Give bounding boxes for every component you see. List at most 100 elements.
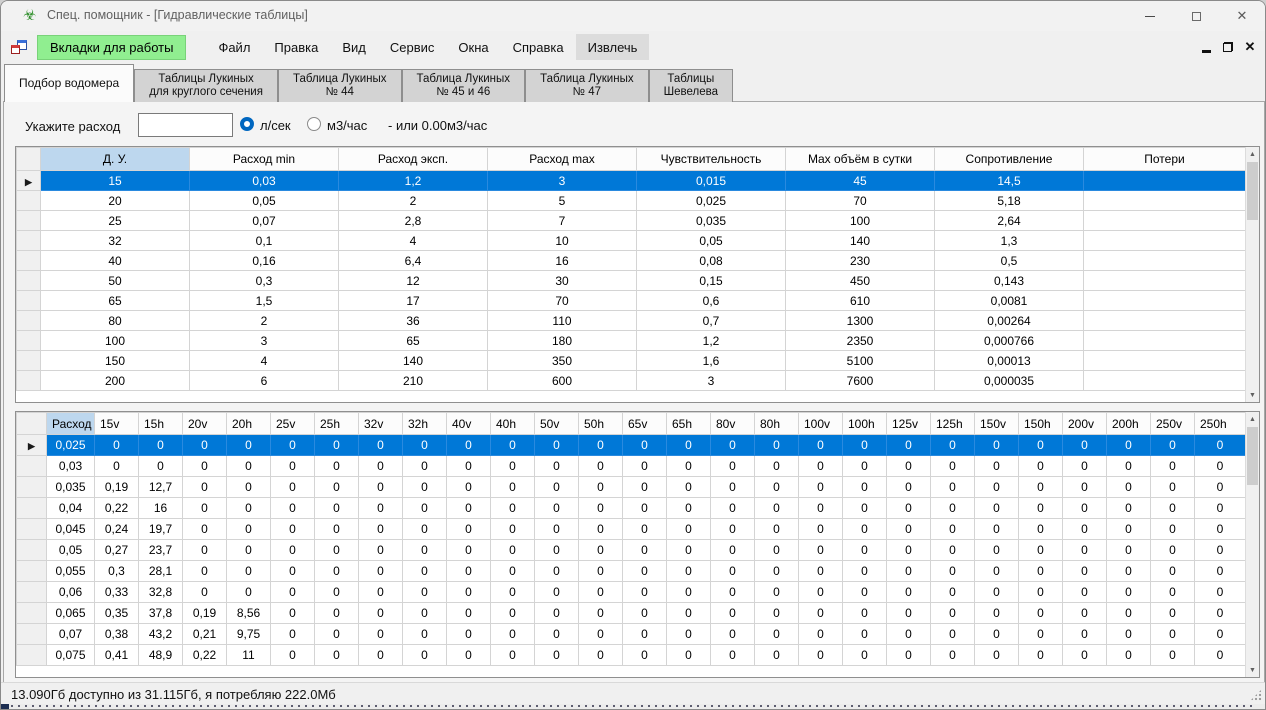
grid-cell[interactable]: 0 xyxy=(667,540,711,561)
row-header[interactable] xyxy=(17,582,47,603)
column-header[interactable]: 50v xyxy=(535,413,579,435)
grid-cell[interactable]: 0 xyxy=(1195,540,1246,561)
grid-cell[interactable]: 0 xyxy=(755,582,799,603)
grid-cell[interactable] xyxy=(1084,271,1246,291)
menu-item-4[interactable]: Окна xyxy=(446,34,500,60)
row-header[interactable] xyxy=(17,211,41,231)
grid-cell[interactable]: 0 xyxy=(711,435,755,456)
grid-cell[interactable]: 0,04 xyxy=(47,498,95,519)
grid-cell[interactable]: 0 xyxy=(491,435,535,456)
grid-cell[interactable]: 16 xyxy=(139,498,183,519)
grid-cell[interactable]: 11 xyxy=(227,645,271,666)
grid-cell[interactable]: 0 xyxy=(931,540,975,561)
grid-cell[interactable]: 0 xyxy=(227,519,271,540)
tab-1[interactable]: Таблицы Лукиныхдля круглого сечения xyxy=(134,69,278,102)
grid-cell[interactable]: 0 xyxy=(799,645,843,666)
grid-cell[interactable]: 0 xyxy=(315,435,359,456)
grid-cell[interactable]: 0 xyxy=(183,498,227,519)
grid-cell[interactable]: 0 xyxy=(711,561,755,582)
grid-cell[interactable]: 0 xyxy=(799,540,843,561)
grid-cell[interactable]: 0 xyxy=(1063,561,1107,582)
grid-cell[interactable]: 0 xyxy=(359,582,403,603)
scroll-thumb[interactable] xyxy=(1247,162,1258,220)
grid-cell[interactable]: 0,27 xyxy=(95,540,139,561)
grid-cell[interactable]: 0,05 xyxy=(47,540,95,561)
grid-cell[interactable]: 0,03 xyxy=(190,171,339,191)
row-header[interactable] xyxy=(17,519,47,540)
grid-cell[interactable]: 48,9 xyxy=(139,645,183,666)
grid-cell[interactable]: 0 xyxy=(975,477,1019,498)
grid-cell[interactable]: 0 xyxy=(1151,582,1195,603)
grid-cell[interactable]: 2,64 xyxy=(935,211,1084,231)
minimize-button[interactable] xyxy=(1127,1,1173,31)
grid-cell[interactable]: 9,75 xyxy=(227,624,271,645)
grid-cell[interactable]: 0 xyxy=(799,435,843,456)
grid-cell[interactable]: 0 xyxy=(139,456,183,477)
grid-cell[interactable]: 36 xyxy=(339,311,488,331)
column-header[interactable]: 65h xyxy=(667,413,711,435)
column-header[interactable]: 150h xyxy=(1019,413,1063,435)
grid-cell[interactable]: 0 xyxy=(447,624,491,645)
grid-cell[interactable]: 0,035 xyxy=(47,477,95,498)
grid-cell[interactable]: 0 xyxy=(403,435,447,456)
row-header[interactable] xyxy=(17,311,41,331)
grid-cell[interactable]: 0 xyxy=(1063,435,1107,456)
grid-cell[interactable]: 0,22 xyxy=(183,645,227,666)
grid-cell[interactable]: 0 xyxy=(887,435,931,456)
grid-cell[interactable]: 0,35 xyxy=(95,603,139,624)
grid-cell[interactable]: 0,035 xyxy=(637,211,786,231)
grid-cell[interactable]: 0 xyxy=(887,498,931,519)
menu-item-3[interactable]: Сервис xyxy=(378,34,447,60)
grid-cell[interactable]: 0 xyxy=(623,540,667,561)
grid-cell[interactable]: 19,7 xyxy=(139,519,183,540)
grid-cell[interactable]: 2350 xyxy=(786,331,935,351)
grid-cell[interactable]: 0 xyxy=(447,540,491,561)
radio-lps[interactable] xyxy=(240,117,254,131)
grid-cell[interactable]: 0 xyxy=(931,456,975,477)
row-header[interactable] xyxy=(17,624,47,645)
grid-cell[interactable]: 0 xyxy=(975,603,1019,624)
grid-cell[interactable] xyxy=(1084,211,1246,231)
grid-cell[interactable]: 0 xyxy=(843,540,887,561)
grid-cell[interactable]: 0 xyxy=(535,519,579,540)
grid-cell[interactable]: 0,05 xyxy=(190,191,339,211)
grid-cell[interactable]: 0 xyxy=(623,645,667,666)
grid-cell[interactable]: 0,1 xyxy=(190,231,339,251)
grid-cell[interactable]: 0 xyxy=(1151,477,1195,498)
grid-cell[interactable]: 20 xyxy=(41,191,190,211)
scroll-thumb[interactable] xyxy=(1247,427,1258,485)
grid-cell[interactable]: 0 xyxy=(315,561,359,582)
tab-3[interactable]: Таблица Лукиных№ 45 и 46 xyxy=(402,69,526,102)
grid-cell[interactable]: 0 xyxy=(623,519,667,540)
grid-cell[interactable]: 15 xyxy=(41,171,190,191)
grid-cell[interactable]: 1,3 xyxy=(935,231,1084,251)
grid-cell[interactable]: 0 xyxy=(1019,456,1063,477)
grid-cell[interactable]: 0 xyxy=(491,498,535,519)
grid-cell[interactable]: 0 xyxy=(931,435,975,456)
grid-cell[interactable]: 0 xyxy=(315,582,359,603)
grid-cell[interactable]: 0 xyxy=(359,456,403,477)
column-header[interactable]: 100v xyxy=(799,413,843,435)
grid-cell[interactable]: 0 xyxy=(799,477,843,498)
grid-cell[interactable]: 0 xyxy=(667,435,711,456)
grid-cell[interactable]: 80 xyxy=(41,311,190,331)
grid-cell[interactable]: 0 xyxy=(359,435,403,456)
column-header[interactable]: 25v xyxy=(271,413,315,435)
grid-cell[interactable]: 0 xyxy=(403,498,447,519)
grid-cell[interactable]: 0 xyxy=(1195,624,1246,645)
grid-cell[interactable]: 0,00013 xyxy=(935,351,1084,371)
grid-cell[interactable]: 0 xyxy=(931,477,975,498)
grid-cell[interactable]: 0,143 xyxy=(935,271,1084,291)
grid-cell[interactable]: 0 xyxy=(623,435,667,456)
grid-cell[interactable]: 0 xyxy=(799,498,843,519)
grid-cell[interactable]: 0,22 xyxy=(95,498,139,519)
grid-cell[interactable]: 0 xyxy=(667,624,711,645)
grid-cell[interactable]: 0 xyxy=(403,456,447,477)
grid-cell[interactable]: 2 xyxy=(339,191,488,211)
column-header[interactable]: 15h xyxy=(139,413,183,435)
grid-cell[interactable]: 0 xyxy=(535,624,579,645)
column-header[interactable]: 32v xyxy=(359,413,403,435)
grid-cell[interactable]: 50 xyxy=(41,271,190,291)
grid-cell[interactable] xyxy=(1084,331,1246,351)
grid-cell[interactable]: 0 xyxy=(403,519,447,540)
